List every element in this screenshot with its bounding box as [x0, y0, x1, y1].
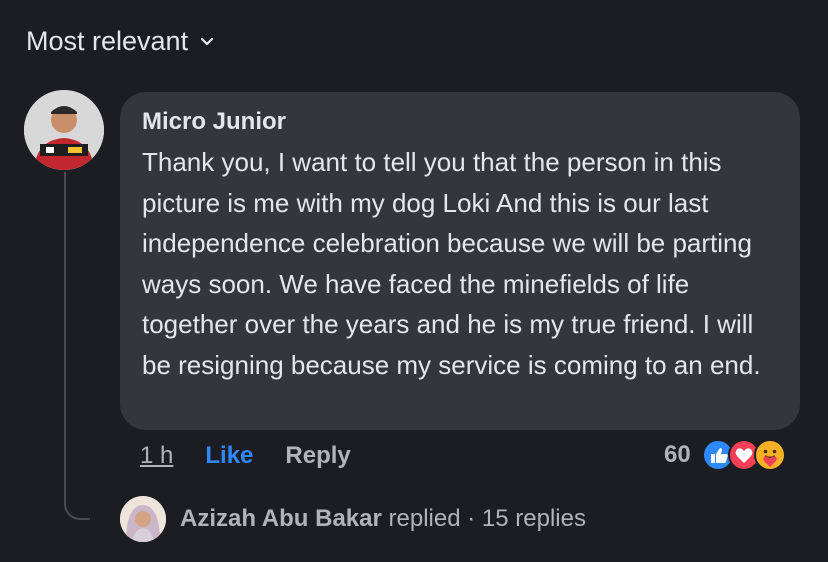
- reaction-count: 60: [664, 441, 691, 468]
- reply-avatar: [120, 496, 166, 542]
- reply-action: replied: [388, 505, 461, 532]
- reply-count: 15 replies: [481, 505, 586, 532]
- reply-separator: ·: [467, 505, 476, 532]
- reply-button[interactable]: Reply: [285, 442, 350, 470]
- comment-author[interactable]: Micro Junior: [142, 108, 778, 136]
- reaction-icons: [701, 438, 787, 472]
- thread-connector-line: [64, 172, 90, 520]
- comment-actions: 1 h Like Reply: [140, 442, 351, 470]
- comment-text: Thank you, I want to tell you that the p…: [142, 147, 761, 380]
- care-icon: [753, 439, 786, 471]
- reply-avatar-image: [120, 496, 166, 542]
- sort-label: Most relevant: [26, 26, 189, 56]
- comment-bubble: Micro Junior Thank you, I want to tell y…: [120, 92, 800, 430]
- sort-dropdown[interactable]: Most relevant: [26, 26, 216, 57]
- like-button[interactable]: Like: [205, 442, 253, 470]
- reply-author-name: Azizah Abu Bakar: [180, 505, 382, 532]
- reactions-summary[interactable]: 60: [664, 438, 787, 472]
- comment-timestamp[interactable]: 1 h: [140, 442, 173, 470]
- chevron-down-icon: [200, 37, 214, 45]
- avatar-image: [24, 90, 104, 170]
- view-replies-link[interactable]: Azizah Abu Bakar replied · 15 replies: [120, 496, 586, 542]
- reply-summary: Azizah Abu Bakar replied · 15 replies: [180, 505, 586, 533]
- avatar[interactable]: [24, 90, 104, 170]
